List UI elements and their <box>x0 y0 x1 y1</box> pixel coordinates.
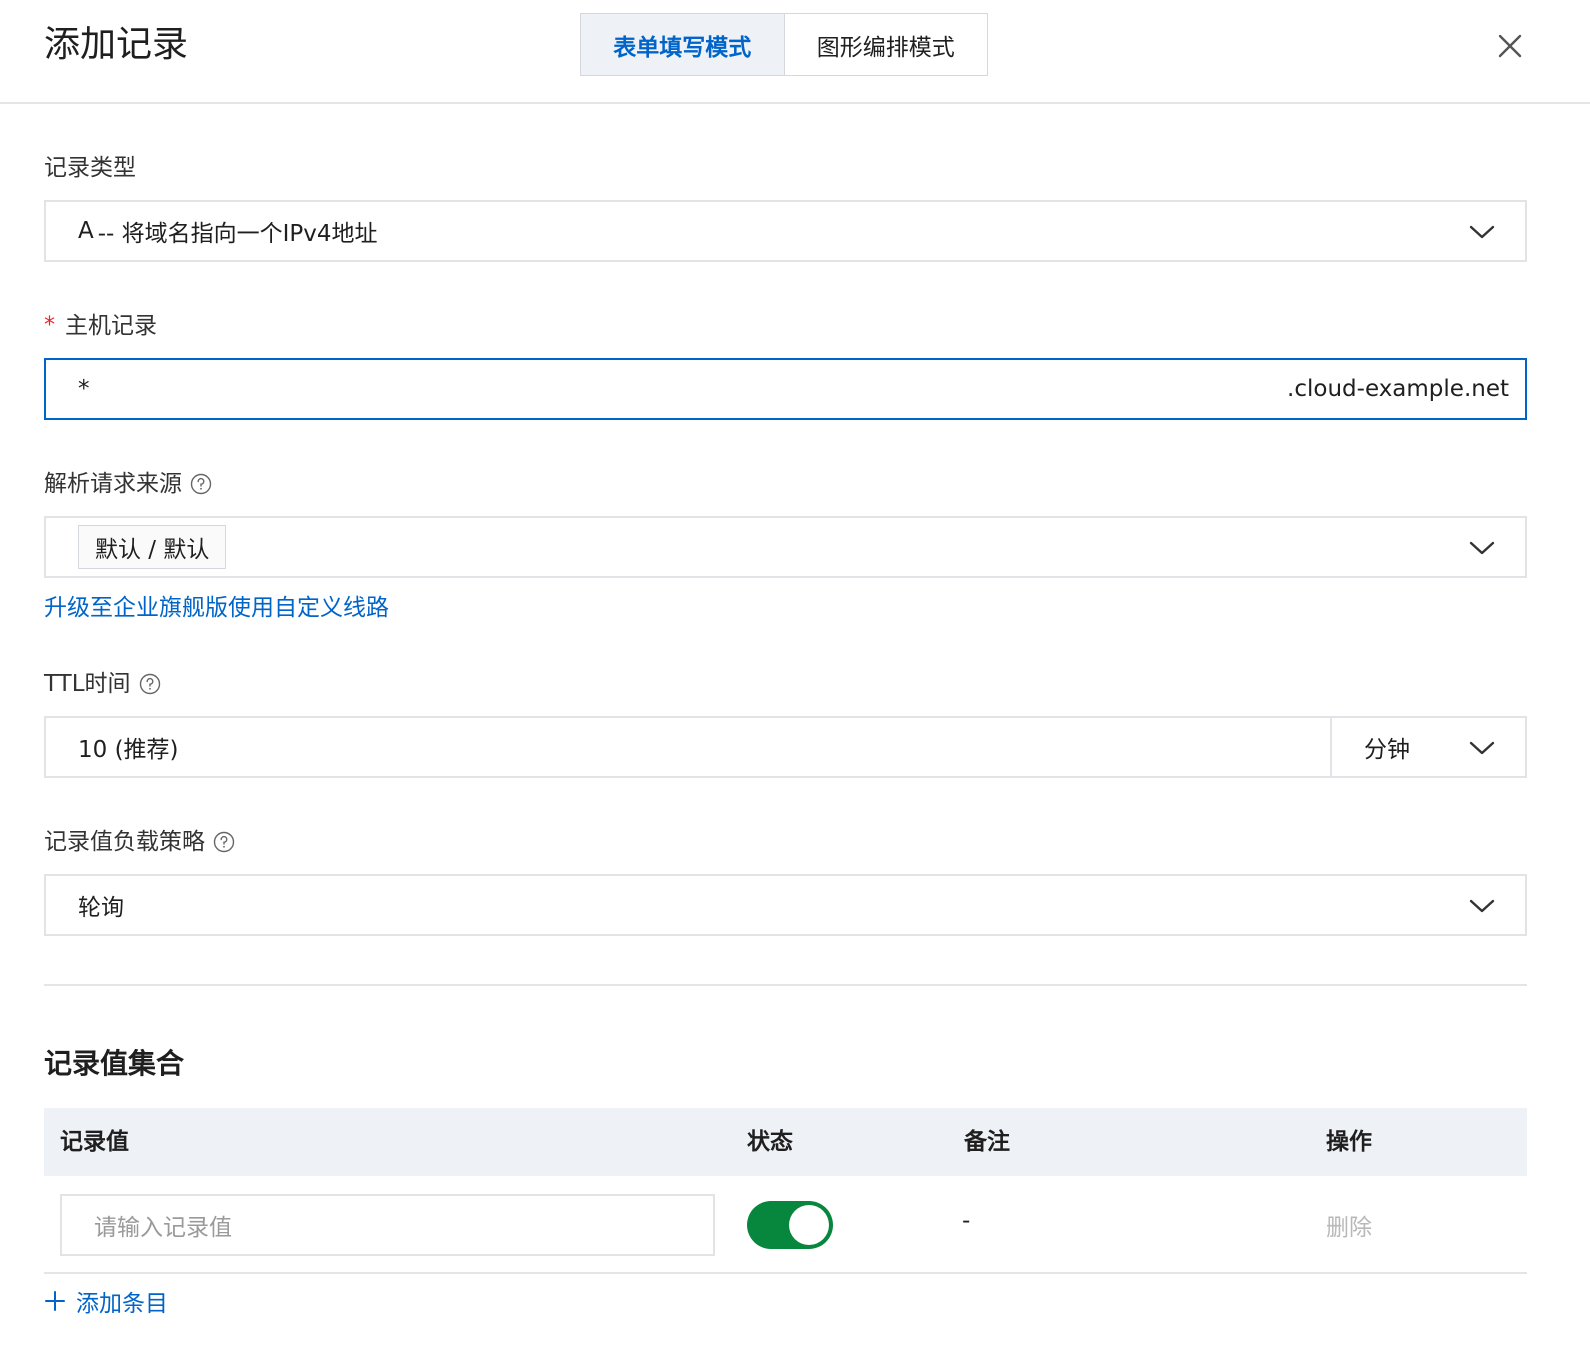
mode-tabs: 表单填写模式 图形编排模式 <box>580 13 988 76</box>
domain-suffix: .cloud-example.net <box>1287 376 1509 402</box>
delete-button[interactable]: 删除 <box>1326 1208 1372 1242</box>
strategy-value: 轮询 <box>78 895 124 921</box>
help-icon[interactable] <box>139 673 161 695</box>
chevron-down-icon <box>1469 899 1495 913</box>
column-header-note: 备注 <box>964 1129 1010 1155</box>
records-section-title: 记录值集合 <box>44 1047 185 1080</box>
note-value: - <box>962 1208 971 1234</box>
header-divider <box>0 102 1590 104</box>
chevron-down-icon <box>1469 541 1495 555</box>
column-header-action: 操作 <box>1326 1129 1372 1155</box>
add-entry-label: 添加条目 <box>76 1291 168 1317</box>
tab-form-mode[interactable]: 表单填写模式 <box>581 14 785 75</box>
required-mark: * <box>44 313 55 338</box>
help-icon[interactable] <box>190 473 212 495</box>
status-toggle[interactable] <box>747 1201 833 1249</box>
toggle-knob <box>789 1205 829 1245</box>
column-header-value: 记录值 <box>60 1129 129 1155</box>
record-value-input[interactable]: 请输入记录值 <box>60 1194 715 1256</box>
record-type-select[interactable]: A -- 将域名指向一个IPv4地址 <box>44 200 1527 262</box>
ttl-value: 10 (推荐) <box>78 737 179 763</box>
source-select[interactable]: 默认 / 默认 <box>44 516 1527 578</box>
strategy-label: 记录值负载策略 <box>44 826 235 858</box>
host-value: * <box>78 376 90 402</box>
add-entry-button[interactable]: 添加条目 <box>44 1284 168 1318</box>
ttl-label: TTL时间 <box>44 668 161 700</box>
source-label: 解析请求来源 <box>44 468 212 500</box>
strategy-select[interactable]: 轮询 <box>44 874 1527 936</box>
dialog-title: 添加记录 <box>44 24 189 65</box>
chevron-down-icon <box>1469 225 1495 239</box>
records-table-header: 记录值 状态 备注 操作 <box>44 1108 1527 1176</box>
source-tag: 默认 / 默认 <box>78 525 227 569</box>
column-header-status: 状态 <box>747 1129 793 1155</box>
ttl-unit-select[interactable]: 分钟 <box>1330 716 1527 778</box>
section-divider <box>44 984 1527 986</box>
record-type-desc: -- 将域名指向一个IPv4地址 <box>97 221 378 247</box>
host-input[interactable]: * .cloud-example.net <box>44 358 1527 420</box>
plus-icon <box>45 1291 65 1311</box>
host-label: * 主机记录 <box>44 310 157 342</box>
row-divider <box>44 1272 1527 1274</box>
close-icon[interactable] <box>1492 28 1528 64</box>
chevron-down-icon <box>1469 741 1495 755</box>
ttl-unit: 分钟 <box>1364 737 1410 763</box>
ttl-input[interactable]: 10 (推荐) <box>44 716 1332 778</box>
help-icon[interactable] <box>213 831 235 853</box>
record-type-value: A <box>78 218 94 244</box>
record-type-label: 记录类型 <box>44 155 136 181</box>
tab-graph-mode[interactable]: 图形编排模式 <box>785 14 988 75</box>
upgrade-link[interactable]: 升级至企业旗舰版使用自定义线路 <box>44 588 389 622</box>
